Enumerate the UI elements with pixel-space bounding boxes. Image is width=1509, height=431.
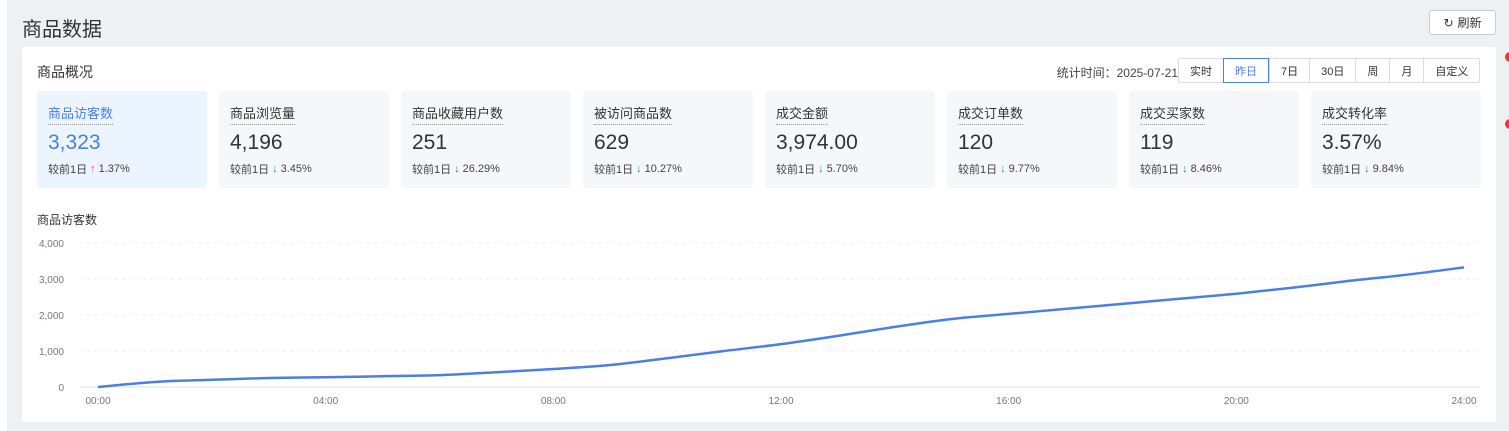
y-tick-label: 1,000 bbox=[39, 347, 64, 358]
y-tick-label: 4,000 bbox=[39, 239, 64, 250]
x-tick-label: 24:00 bbox=[1451, 396, 1476, 407]
x-tick-label: 04:00 bbox=[313, 396, 338, 407]
x-tick-label: 12:00 bbox=[768, 396, 793, 407]
y-tick-label: 3,000 bbox=[39, 275, 64, 286]
y-tick-label: 0 bbox=[58, 383, 64, 394]
y-tick-label: 2,000 bbox=[39, 311, 64, 322]
visitors-line-chart: 0 1,000 2,000 3,000 4,000 00:00 04:00 08:00 12:0… bbox=[39, 239, 1480, 407]
x-tick-label: 20:00 bbox=[1224, 396, 1249, 407]
x-tick-label: 00:00 bbox=[85, 396, 110, 407]
x-tick-label: 16:00 bbox=[996, 396, 1021, 407]
series-line bbox=[97, 266, 1465, 389]
x-tick-label: 08:00 bbox=[541, 396, 566, 407]
